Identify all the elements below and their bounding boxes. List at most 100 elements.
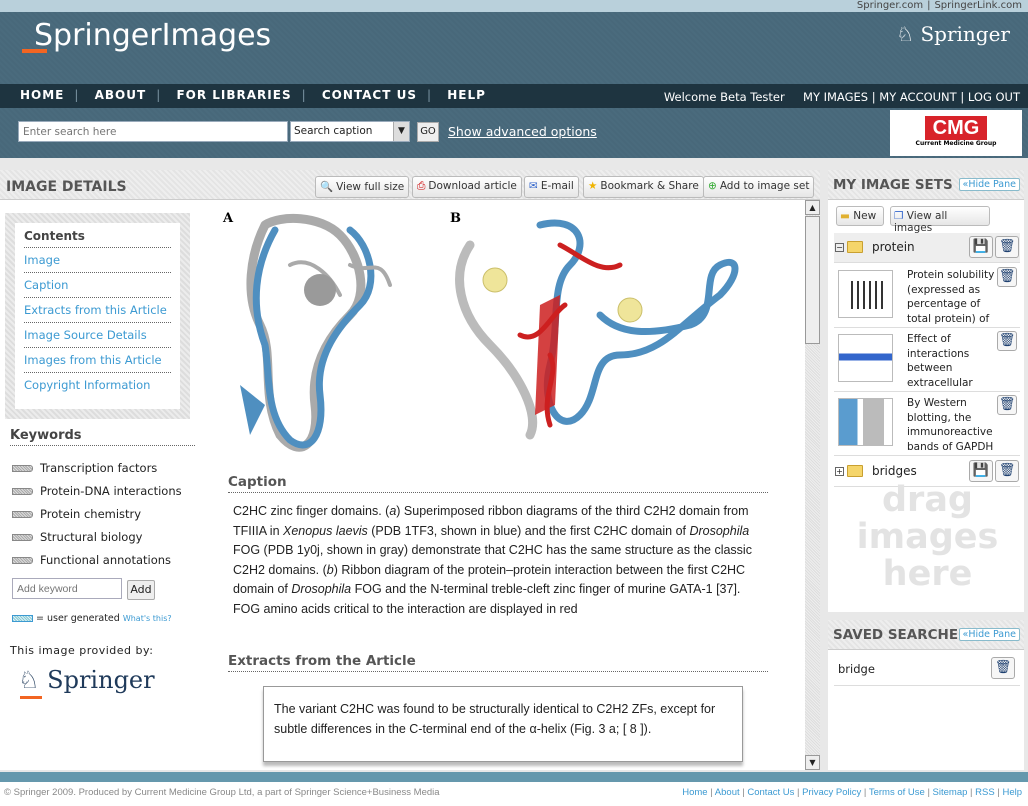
bookmark-share-button[interactable]: ★ Bookmark & Share [583, 176, 704, 198]
folder-name: bridges [872, 464, 917, 478]
nav-help[interactable]: HELP [447, 88, 486, 102]
contents-images-link[interactable]: Images from this Article [24, 348, 171, 373]
keyword-item[interactable]: Functional annotations [12, 553, 171, 567]
footer-contact[interactable]: Contact Us [747, 787, 794, 798]
add-keyword-input[interactable] [12, 578, 122, 599]
view-all-images-button[interactable]: ❐ View all images [890, 206, 990, 234]
nav-contact-us[interactable]: CONTACT US [322, 88, 417, 102]
my-account-link[interactable]: MY ACCOUNT [879, 90, 956, 104]
tag-icon [12, 465, 33, 472]
keyword-label: Structural biology [40, 530, 143, 544]
springerlink-link[interactable]: SpringerLink.com [934, 0, 1022, 11]
springer-brand-logo: ♘ Springer [896, 22, 1010, 46]
cmg-logo[interactable]: CMG Current Medicine Group [890, 110, 1022, 156]
keyword-label: Functional annotations [40, 553, 172, 567]
trash-icon[interactable]: 🗑 [991, 657, 1015, 679]
welcome-text: Welcome Beta Tester [663, 90, 785, 104]
contents-copyright-link[interactable]: Copyright Information [24, 373, 171, 397]
drop-zone-hint[interactable]: drag images here [840, 482, 1015, 593]
image-set-item[interactable]: Protein solubility (expressed as percent… [834, 264, 1020, 328]
separator: | [927, 0, 931, 11]
main-scrollbar[interactable]: ▲ ▼ [805, 200, 820, 770]
advanced-options-link[interactable]: Show advanced options [448, 124, 597, 139]
download-article-button[interactable]: ⎙ Download article [412, 176, 522, 198]
saved-searches-title: SAVED SEARCHES [833, 627, 968, 643]
keyword-item[interactable]: Protein-DNA interactions [12, 484, 182, 498]
email-button[interactable]: ✉ E-mail [524, 176, 579, 198]
trash-icon[interactable]: 🗑 [995, 460, 1019, 482]
footer-rss[interactable]: RSS [975, 787, 995, 798]
nav-about[interactable]: ABOUT [95, 88, 147, 102]
thumbnail[interactable] [838, 398, 893, 446]
contents-title: Contents [24, 229, 171, 248]
thumbnail[interactable] [838, 334, 893, 382]
folder-icon [847, 465, 863, 477]
star-icon: ★ [588, 180, 598, 192]
keyword-item[interactable]: Transcription factors [12, 461, 157, 475]
add-to-image-set-button[interactable]: ⊕ Add to image set [703, 176, 815, 198]
contents-extracts-link[interactable]: Extracts from this Article [24, 298, 171, 323]
label: Download article [428, 180, 517, 192]
save-icon[interactable]: 💾 [969, 460, 993, 482]
brand-text: Springer [920, 22, 1010, 46]
save-icon[interactable]: 💾 [969, 236, 993, 258]
springer-com-link[interactable]: Springer.com [857, 0, 923, 11]
top-links: Springer.com | SpringerLink.com [0, 0, 1028, 12]
trash-icon[interactable]: 🗑 [997, 395, 1017, 415]
collapse-icon[interactable]: − [835, 243, 844, 252]
divider [828, 612, 1024, 620]
main-nav: HOME | ABOUT | FOR LIBRARIES | CONTACT US | … [0, 84, 1028, 108]
keyword-item[interactable]: Protein chemistry [12, 507, 141, 521]
scroll-thumb[interactable] [805, 216, 820, 344]
keywords-title: Keywords [10, 428, 195, 446]
footer-privacy[interactable]: Privacy Policy [802, 787, 861, 798]
contents-source-link[interactable]: Image Source Details [24, 323, 171, 348]
image-set-item[interactable]: Effect of interactions between extracell… [834, 328, 1020, 392]
hide-pane-button[interactable]: «Hide Pane [958, 628, 1020, 641]
view-full-size-button[interactable]: 🔍 View full size [315, 176, 410, 198]
saved-search-item[interactable]: bridge [838, 662, 875, 676]
page-title: IMAGE DETAILS [6, 179, 127, 195]
keyword-item[interactable]: Structural biology [12, 530, 142, 544]
search-scope-select[interactable]: Search caption ▼ [290, 121, 410, 142]
scroll-down-icon[interactable]: ▼ [805, 755, 820, 770]
hide-pane-button[interactable]: «Hide Pane [958, 178, 1020, 191]
springer-provider-logo[interactable]: ♘ Springer [18, 666, 155, 699]
whats-this-link[interactable]: What's this? [123, 614, 172, 623]
new-set-button[interactable]: ▬ New [836, 206, 884, 226]
go-button[interactable]: GO [417, 122, 439, 142]
nav-home[interactable]: HOME [20, 88, 64, 102]
footer-help[interactable]: Help [1002, 787, 1022, 798]
label: View full size [336, 181, 405, 193]
expand-icon[interactable]: + [835, 467, 844, 476]
contents-image-link[interactable]: Image [24, 248, 171, 273]
chevron-down-icon: ▼ [393, 122, 409, 141]
footer-sitemap[interactable]: Sitemap [933, 787, 968, 798]
trash-icon[interactable]: 🗑 [995, 236, 1019, 258]
logo-accent [22, 49, 47, 53]
item-caption: Protein solubility (expressed as percent… [907, 269, 995, 325]
protein-ribbon-figure[interactable]: A B [220, 205, 805, 470]
ribbon-b [455, 219, 739, 440]
thumbnail[interactable] [838, 270, 893, 318]
images-icon: ❐ [894, 210, 904, 222]
footer-home[interactable]: Home [682, 787, 707, 798]
label: Bookmark & Share [600, 180, 699, 192]
image-set-protein[interactable]: − protein 💾 🗑 [834, 233, 1020, 263]
footer-about[interactable]: About [715, 787, 740, 798]
nav-for-libraries[interactable]: FOR LIBRARIES [176, 88, 291, 102]
trash-icon[interactable]: 🗑 [997, 331, 1017, 351]
search-input[interactable] [18, 121, 288, 142]
springerimages-logo[interactable]: SpringerImages [34, 18, 271, 53]
my-images-link[interactable]: MY IMAGES [803, 90, 868, 104]
copyright: © Springer 2009. Produced by Current Med… [4, 787, 440, 798]
user-generated-legend: = user generated What's this? [12, 613, 172, 624]
contents-caption-link[interactable]: Caption [24, 273, 171, 298]
label: E-mail [540, 180, 574, 192]
log-out-link[interactable]: LOG OUT [968, 90, 1020, 104]
footer-terms[interactable]: Terms of Use [869, 787, 925, 798]
scroll-up-icon[interactable]: ▲ [805, 200, 820, 215]
add-keyword-button[interactable]: Add [127, 580, 155, 600]
image-set-item[interactable]: By Western blotting, the immunoreactive … [834, 392, 1020, 456]
trash-icon[interactable]: 🗑 [997, 267, 1017, 287]
